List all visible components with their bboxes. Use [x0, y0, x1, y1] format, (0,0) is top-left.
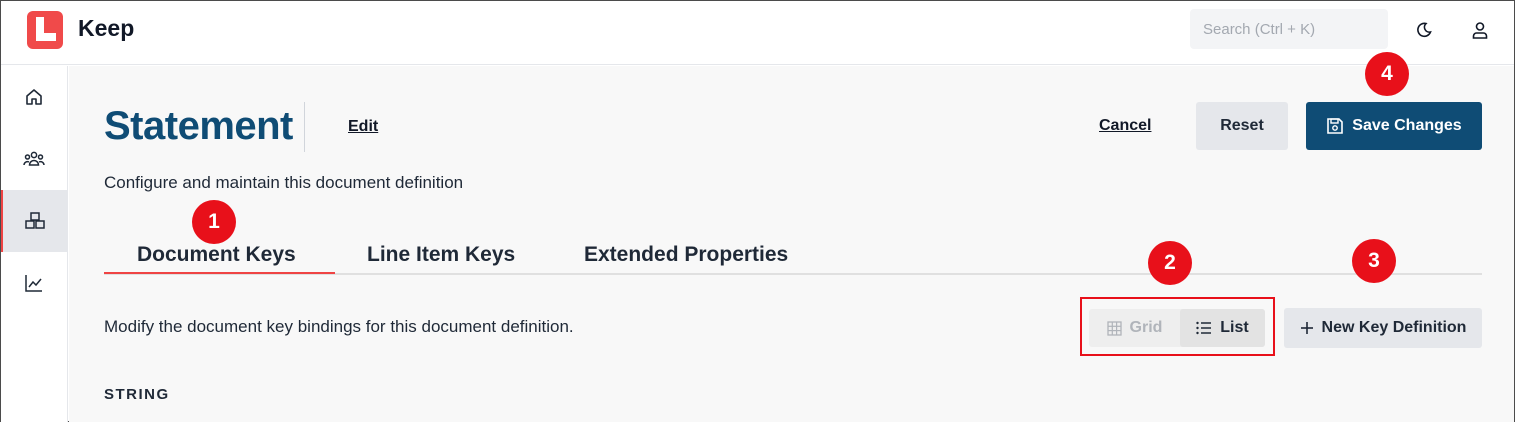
sidebar-item-analytics[interactable] — [1, 252, 67, 314]
sidebar — [1, 66, 68, 422]
moon-icon[interactable] — [1413, 19, 1435, 41]
tab-document-keys[interactable]: Document Keys — [137, 243, 296, 267]
new-key-definition-label: New Key Definition — [1321, 319, 1467, 336]
annotation-highlight-box — [1080, 297, 1275, 356]
sidebar-item-users[interactable] — [1, 128, 67, 190]
page-subtitle: Configure and maintain this document def… — [104, 173, 464, 192]
home-icon — [26, 89, 42, 105]
app-name: Keep — [78, 15, 135, 41]
user-icon[interactable] — [1469, 19, 1491, 41]
tab-extended-properties[interactable]: Extended Properties — [584, 243, 788, 267]
page-title: Statement — [104, 104, 293, 148]
search-input[interactable] — [1190, 9, 1388, 49]
sidebar-item-documents[interactable] — [1, 190, 67, 252]
title-divider — [304, 102, 305, 152]
main-content: Statement Edit Cancel Reset Save Changes… — [69, 66, 1514, 422]
active-tab-indicator — [104, 272, 335, 274]
tab-line-item-keys[interactable]: Line Item Keys — [367, 243, 515, 267]
section-label-string: STRING — [104, 386, 170, 403]
save-icon — [1327, 118, 1344, 134]
annotation-callout-2: 2 — [1148, 241, 1192, 285]
new-key-definition-button[interactable]: New Key Definition — [1284, 308, 1482, 348]
sidebar-item-home[interactable] — [1, 66, 67, 128]
save-changes-button[interactable]: Save Changes — [1306, 102, 1482, 150]
boxes-icon — [25, 212, 45, 229]
plus-icon — [1300, 322, 1313, 334]
edit-link[interactable]: Edit — [348, 118, 378, 136]
tab-description: Modify the document key bindings for thi… — [104, 317, 574, 336]
chart-line-icon — [25, 275, 42, 292]
save-changes-label: Save Changes — [1352, 117, 1462, 134]
users-icon — [23, 151, 45, 166]
top-bar: Keep — [1, 1, 1514, 65]
reset-button[interactable]: Reset — [1196, 102, 1288, 150]
keep-logo-icon[interactable] — [27, 11, 63, 49]
annotation-callout-1: 1 — [192, 200, 236, 244]
annotation-callout-3: 3 — [1352, 239, 1396, 283]
cancel-link[interactable]: Cancel — [1099, 117, 1151, 135]
annotation-callout-4: 4 — [1365, 52, 1409, 96]
